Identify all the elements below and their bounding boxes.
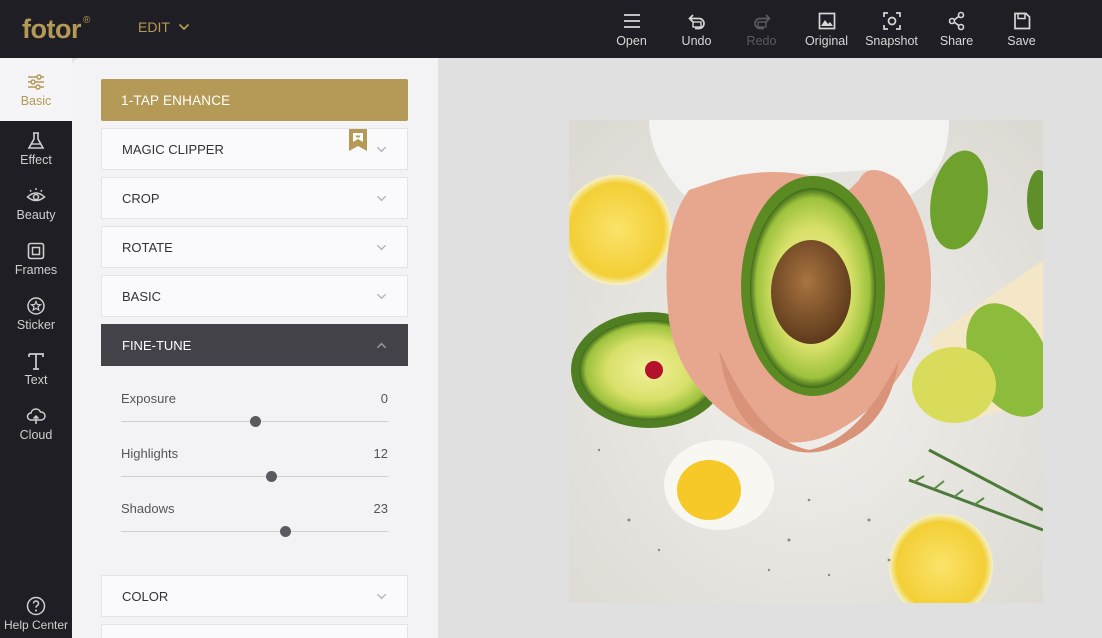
eye-icon xyxy=(26,187,46,201)
original-button[interactable]: Original xyxy=(794,0,859,58)
chevron-down-icon xyxy=(376,146,387,152)
help-icon xyxy=(26,596,46,616)
help-center-button[interactable]: Help Center xyxy=(0,596,72,632)
chevron-down-icon xyxy=(376,195,387,201)
chevron-down-icon xyxy=(376,593,387,599)
section-crop[interactable]: CROP xyxy=(101,177,408,219)
shadows-slider-row: Shadows 23 xyxy=(121,501,388,556)
sidebar-item-text[interactable]: Text xyxy=(0,341,72,396)
shadows-slider[interactable] xyxy=(121,526,388,537)
sidebar-item-effect[interactable]: Effect xyxy=(0,121,72,176)
section-basic[interactable]: BASIC xyxy=(101,275,408,317)
chevron-down-icon xyxy=(178,23,190,31)
shadows-label: Shadows xyxy=(121,501,175,516)
premium-bookmark-icon xyxy=(349,129,367,151)
edit-menu-dropdown[interactable]: EDIT xyxy=(138,19,190,35)
chevron-down-icon xyxy=(376,244,387,250)
highlights-slider-row: Highlights 12 xyxy=(121,446,388,501)
section-next[interactable] xyxy=(101,624,408,638)
section-color[interactable]: COLOR xyxy=(101,575,408,617)
cloud-icon xyxy=(26,407,46,424)
share-button[interactable]: Share xyxy=(924,0,989,58)
fotor-logo[interactable]: fotor ® xyxy=(22,12,90,46)
section-label: COLOR xyxy=(122,588,169,604)
top-bar: fotor ® EDIT Open Undo Redo Original Snap… xyxy=(0,0,1102,58)
avocado-photo xyxy=(569,120,1043,603)
shadows-value: 23 xyxy=(373,501,388,516)
redo-icon xyxy=(753,14,771,30)
section-magic-clipper[interactable]: MAGIC CLIPPER xyxy=(101,128,408,170)
flask-icon xyxy=(27,131,45,149)
image-canvas xyxy=(438,58,1102,638)
exposure-value: 0 xyxy=(380,391,388,406)
section-rotate[interactable]: ROTATE xyxy=(101,226,408,268)
sidebar-item-basic[interactable]: Basic xyxy=(0,58,72,121)
save-button[interactable]: Save xyxy=(989,0,1054,58)
photo-preview[interactable] xyxy=(569,120,1043,603)
highlights-slider[interactable] xyxy=(121,471,388,482)
one-tap-enhance-button[interactable]: 1-TAP ENHANCE xyxy=(101,79,408,121)
shadows-slider-thumb[interactable] xyxy=(280,526,292,537)
save-icon xyxy=(1013,12,1030,30)
undo-icon xyxy=(687,14,705,30)
section-label: FINE-TUNE xyxy=(122,337,192,353)
sidebar-item-sticker[interactable]: Sticker xyxy=(0,286,72,341)
chevron-up-icon xyxy=(376,342,387,348)
star-badge-icon xyxy=(27,296,45,315)
highlights-value: 12 xyxy=(373,446,388,461)
edit-menu-label: EDIT xyxy=(138,19,170,35)
section-label: MAGIC CLIPPER xyxy=(122,141,224,157)
text-icon xyxy=(28,352,44,370)
left-sidebar: Basic Effect Beauty Frames Sticker Text … xyxy=(0,58,72,638)
sliders-icon xyxy=(28,73,44,90)
panel-content: 1-TAP ENHANCE MAGIC CLIPPER CROP ROTATE … xyxy=(101,79,408,638)
share-icon xyxy=(948,11,964,31)
section-label: CROP xyxy=(122,190,160,206)
highlights-label: Highlights xyxy=(121,446,179,461)
section-fine-tune[interactable]: FINE-TUNE xyxy=(101,324,408,366)
sidebar-item-cloud[interactable]: Cloud xyxy=(0,396,72,451)
sidebar-item-frames[interactable]: Frames xyxy=(0,231,72,286)
section-label: BASIC xyxy=(122,288,162,304)
snapshot-icon xyxy=(882,12,901,30)
fine-tune-controls: Exposure 0 Highlights 12 Shadows 23 xyxy=(101,366,408,575)
chevron-down-icon xyxy=(376,293,387,299)
exposure-slider-row: Exposure 0 xyxy=(121,391,388,446)
exposure-slider-thumb[interactable] xyxy=(249,416,261,427)
menu-icon xyxy=(623,14,640,28)
exposure-slider[interactable] xyxy=(121,416,388,427)
exposure-label: Exposure xyxy=(121,391,176,406)
frame-icon xyxy=(27,242,45,259)
highlights-slider-thumb[interactable] xyxy=(265,471,277,482)
open-button[interactable]: Open xyxy=(599,0,664,58)
redo-button[interactable]: Redo xyxy=(729,0,794,58)
undo-button[interactable]: Undo xyxy=(664,0,729,58)
sidebar-item-beauty[interactable]: Beauty xyxy=(0,176,72,231)
section-label: ROTATE xyxy=(122,239,173,255)
toolbar: Open Undo Redo Original Snapshot Share S… xyxy=(599,0,1054,58)
image-icon xyxy=(818,12,835,30)
snapshot-button[interactable]: Snapshot xyxy=(859,0,924,58)
edit-panel: 1-TAP ENHANCE MAGIC CLIPPER CROP ROTATE … xyxy=(72,58,438,638)
